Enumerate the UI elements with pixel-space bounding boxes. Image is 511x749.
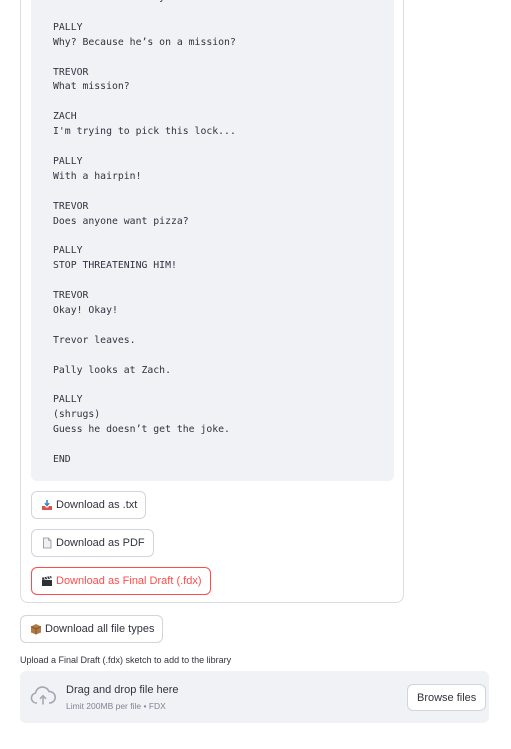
page-icon [41, 537, 53, 549]
package-icon [30, 623, 42, 635]
script-code-block: Zach looks at Pally. PALLY Why? Because … [31, 0, 394, 481]
inbox-tray-icon [41, 499, 53, 511]
download-all-label: Download all file types [45, 623, 155, 635]
download-card: Zach looks at Pally. PALLY Why? Because … [20, 0, 404, 603]
clapper-board-icon [41, 575, 53, 587]
script-text: Zach looks at Pally. PALLY Why? Because … [53, 0, 236, 466]
download-all-button[interactable]: Download all file types [20, 615, 164, 643]
browse-files-button[interactable]: Browse files [407, 684, 487, 711]
file-dropzone[interactable]: Drag and drop file here Limit 200MB per … [20, 671, 489, 723]
download-pdf-label: Download as PDF [56, 537, 145, 549]
dropzone-title: Drag and drop file here [66, 684, 179, 696]
download-txt-label: Download as .txt [56, 499, 138, 511]
cloud-upload-icon [30, 686, 56, 711]
download-fdx-label: Download as Final Draft (.fdx) [56, 575, 202, 587]
dropzone-limit: Limit 200MB per file • FDX [66, 701, 166, 711]
download-fdx-button[interactable]: Download as Final Draft (.fdx) [31, 567, 211, 595]
uploader-label: Upload a Final Draft (.fdx) sketch to ad… [20, 655, 232, 665]
download-txt-button[interactable]: Download as .txt [31, 491, 147, 519]
download-pdf-button[interactable]: Download as PDF [31, 529, 154, 557]
